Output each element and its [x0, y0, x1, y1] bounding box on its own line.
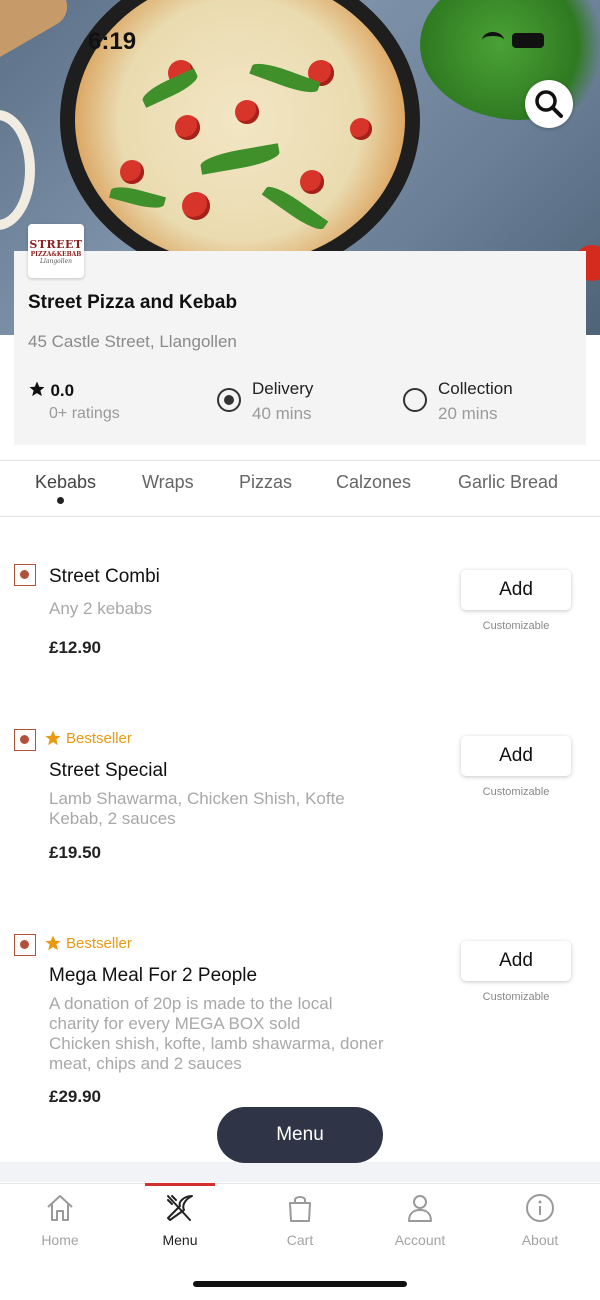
- menu-button[interactable]: Menu: [217, 1107, 383, 1163]
- restaurant-name: Street Pizza and Kebab: [28, 292, 238, 313]
- item-price: £12.90: [49, 638, 101, 657]
- tab-wraps[interactable]: Wraps: [142, 472, 194, 493]
- wifi-icon: [482, 32, 504, 48]
- add-button[interactable]: Add: [461, 570, 571, 610]
- list-end-strip: [0, 1162, 600, 1182]
- tab-garlic-bread[interactable]: Garlic Bread: [458, 472, 558, 493]
- nav-label: Cart: [286, 1232, 314, 1248]
- add-button[interactable]: Add: [461, 736, 571, 776]
- fork-knife-icon: [167, 1195, 193, 1221]
- item-description: Any 2 kebabs: [49, 599, 153, 618]
- star-icon: [29, 381, 45, 397]
- bestseller-label: Bestseller: [66, 934, 132, 952]
- bestseller-badge: Bestseller: [44, 934, 132, 952]
- active-nav-indicator: [145, 1183, 215, 1186]
- status-time: 6:19: [88, 28, 137, 55]
- bestseller-badge: Bestseller: [44, 729, 132, 747]
- cutting-board: [0, 0, 75, 74]
- item-description: A donation of 20p is made to the local c…: [49, 994, 384, 1073]
- collection-radio[interactable]: [403, 388, 427, 412]
- tomato-topping: [350, 118, 372, 140]
- nav-account[interactable]: Account: [370, 1192, 470, 1248]
- tomato-topping: [300, 170, 324, 194]
- search-button[interactable]: [525, 80, 573, 128]
- item-price: £29.90: [49, 1087, 101, 1106]
- food-type-marker: [14, 934, 36, 956]
- item-name: Street Special: [49, 760, 168, 781]
- herbs: [420, 0, 600, 120]
- star-icon: [45, 935, 61, 951]
- rating-value: 0.0: [50, 381, 75, 400]
- nav-label: Menu: [162, 1232, 198, 1248]
- divider: [0, 460, 600, 461]
- nav-menu[interactable]: Menu: [130, 1192, 230, 1248]
- delivery-time: 40 mins: [252, 404, 312, 423]
- user-icon: [408, 1195, 432, 1222]
- divider: [0, 516, 600, 517]
- delivery-radio[interactable]: [217, 388, 241, 412]
- tomato-topping: [182, 192, 210, 220]
- tab-pizzas[interactable]: Pizzas: [239, 472, 292, 493]
- collection-time: 20 mins: [438, 404, 498, 423]
- logo-text-street: STREET: [29, 237, 83, 251]
- nav-label: Account: [394, 1232, 446, 1248]
- bestseller-label: Bestseller: [66, 729, 132, 747]
- food-type-marker: [14, 564, 36, 586]
- home-indicator[interactable]: [193, 1281, 407, 1287]
- restaurant-logo: STREET PIZZA&KEBAB Llangollen: [28, 224, 84, 278]
- shopping-bag-icon: [289, 1196, 311, 1222]
- logo-text-town: Llangollen: [39, 257, 73, 265]
- tab-calzones[interactable]: Calzones: [336, 472, 411, 493]
- dough: [0, 110, 35, 230]
- item-name: Mega Meal For 2 People: [49, 965, 258, 986]
- nav-label: Home: [41, 1232, 79, 1248]
- battery-icon: [512, 32, 544, 48]
- restaurant-address: 45 Castle Street, Llangollen: [28, 332, 237, 351]
- status-icons: [482, 32, 544, 48]
- logo-text-pizza-kebab: PIZZA&KEBAB: [30, 250, 82, 258]
- customizable-note: Customizable: [482, 991, 550, 1003]
- collection-label: Collection: [438, 379, 513, 398]
- rating: 0.0 0+ ratings: [28, 378, 120, 422]
- nav-home[interactable]: Home: [10, 1192, 110, 1248]
- tomato-topping: [175, 115, 200, 140]
- search-icon: [535, 90, 563, 118]
- info-icon: [526, 1194, 554, 1222]
- customizable-note: Customizable: [482, 620, 550, 632]
- nav-label: About: [521, 1232, 559, 1248]
- item-description: Lamb Shawarma, Chicken Shish, Kofte Keba…: [49, 789, 345, 828]
- nav-cart[interactable]: Cart: [250, 1192, 350, 1248]
- tab-kebabs[interactable]: Kebabs: [35, 472, 96, 493]
- food-type-marker: [14, 729, 36, 751]
- nav-about[interactable]: About: [490, 1192, 590, 1248]
- tomato-topping: [120, 160, 144, 184]
- tomato-topping: [235, 100, 259, 124]
- delivery-label: Delivery: [252, 379, 314, 398]
- rating-count: 0+ ratings: [49, 405, 120, 422]
- home-icon: [47, 1195, 73, 1221]
- item-name: Street Combi: [49, 566, 160, 587]
- customizable-note: Customizable: [482, 786, 550, 798]
- active-tab-indicator: [57, 497, 64, 504]
- star-icon: [45, 730, 61, 746]
- item-price: £19.50: [49, 843, 101, 862]
- add-button[interactable]: Add: [461, 941, 571, 981]
